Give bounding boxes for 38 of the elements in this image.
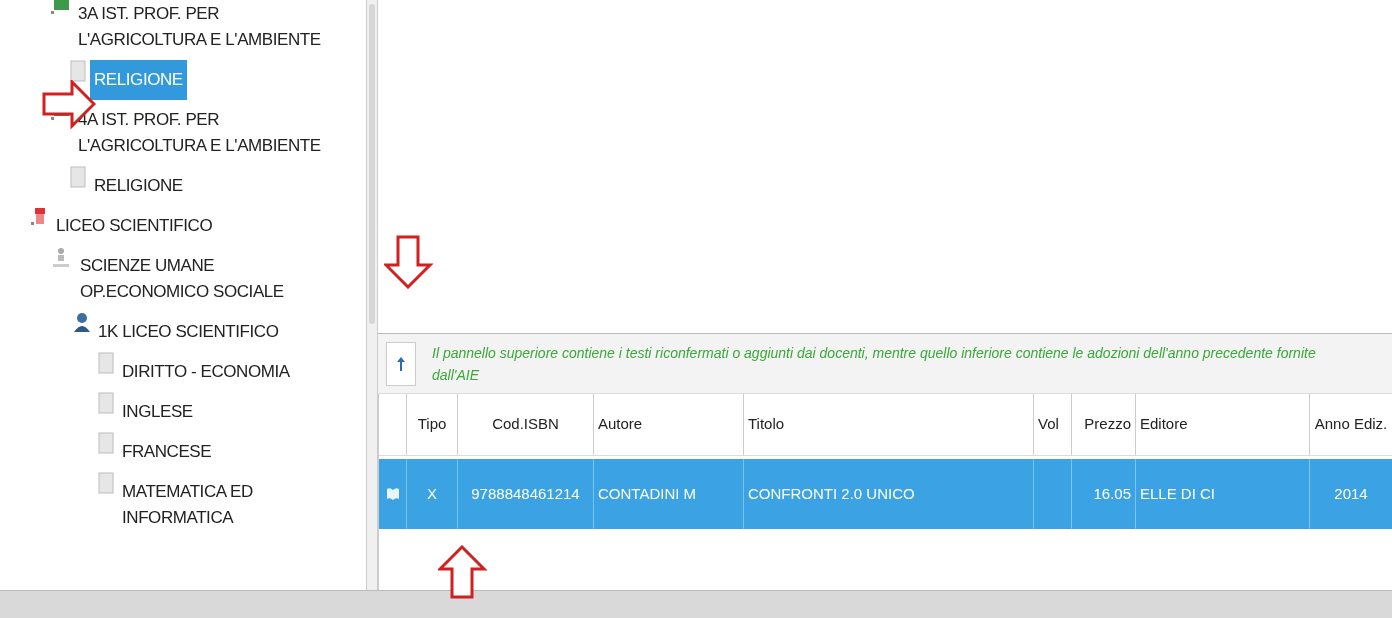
book-icon [98,392,114,414]
tree-item[interactable]: LICEO SCIENTIFICO [52,206,217,246]
tree-item[interactable]: 1K LICEO SCIENTIFICO [94,312,283,352]
book-icon [98,432,114,454]
table-cell-text: CONFRONTI 2.0 UNICO [748,483,915,504]
table-cell-text: CONTADINI M [598,483,697,504]
tree-item[interactable]: SCIENZE UMANE OP.ECONOMICO SOCIALE [76,246,346,312]
table-cell-text: 9788848461214 [471,483,580,504]
column-header[interactable]: Vol [1033,394,1071,455]
book-icon [70,166,86,188]
tree-item[interactable]: RELIGIONE [90,166,187,206]
info-message: Il pannello superiore contiene i testi riconfermati o aggiunti dai docenti, mentre quello inferiore contiene le adozioni dell'anno precedente fornite dall'AIE [432,344,1317,385]
column-header[interactable]: Anno Ediz. [1309,394,1392,455]
column-header[interactable]: Autore [593,394,743,455]
book-icon [70,60,86,82]
tree-item[interactable]: 3A IST. PROF. PER L'AGRICOLTURA E L'AMBIENTE [74,0,346,60]
up-arrow-icon [396,356,406,372]
tree-item[interactable]: DIRITTO - ECONOMIA [118,352,294,392]
column-header[interactable]: Tipo [406,394,457,455]
book-icon [385,487,400,501]
book-icon [98,352,114,374]
tree-item[interactable]: INGLESE [118,392,197,432]
upload-button[interactable] [386,342,416,386]
table-cell-text: ELLE DI CI [1140,483,1216,504]
column-header[interactable]: Titolo [743,394,1033,455]
book-icon [98,472,114,494]
column-header[interactable]: Cod.ISBN [457,394,593,455]
school-icon [30,206,48,226]
classroom-icon [50,0,70,16]
tree-item[interactable]: FRANCESE [118,432,216,472]
table-cell-text: 16.05 [1093,483,1131,504]
table-cell-text: X [427,483,437,504]
tree-item[interactable]: MATEMATICA ED INFORMATICA [118,472,346,538]
table-cell-text: 2014 [1334,483,1368,504]
scrollbar[interactable] [366,0,378,590]
group-icon [50,246,72,270]
column-header[interactable]: Editore [1135,394,1309,455]
column-header[interactable]: Prezzo [1071,394,1135,455]
